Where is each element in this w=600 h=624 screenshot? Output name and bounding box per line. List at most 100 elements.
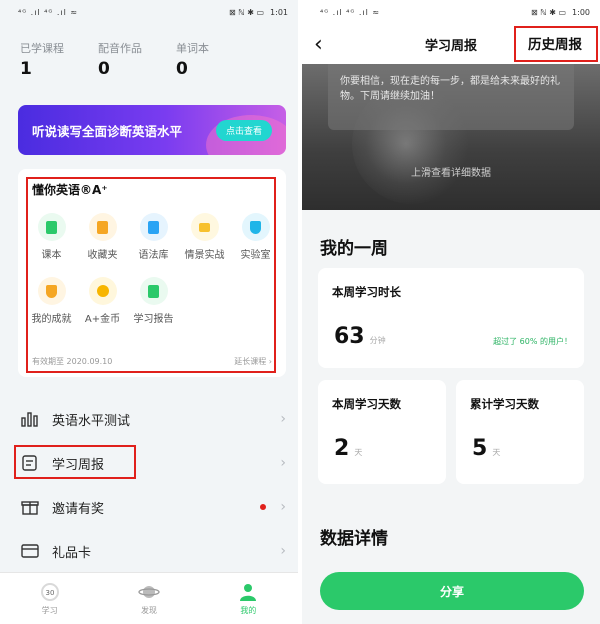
gift-icon [20,497,40,517]
trophy-icon [37,277,66,305]
feature-grammar[interactable]: 语法库 [128,213,179,261]
stat-label: 已学课程 [20,42,64,55]
chevron-right-icon: › [280,499,286,515]
menu-label: 英语水平测试 [52,413,131,429]
unit: 天 [492,448,501,457]
view-button[interactable]: 点击查看 [215,119,272,141]
feature-coins[interactable]: A+金币 [77,277,128,325]
section-title: 数据详情 [320,529,388,549]
study-time-value: 63 分钟 [334,324,386,349]
tab-label: 学习 [41,605,58,615]
menu-list: 英语水平测试 › 学习周报 › 邀请有奖 › 礼品卡 › [0,397,298,573]
tab-learn[interactable]: 30 学习 [0,573,99,624]
card-title: 本周学习天数 [332,397,401,411]
planet-icon [138,585,160,598]
renew-link[interactable]: 延长课程 › [234,356,272,367]
signal-indicator: ⁴ᴳ .ıl ⁴ᴳ .ıl ≈ [320,7,381,17]
folder-icon [88,213,117,241]
chevron-right-icon: › [280,543,286,559]
course-card: 懂你英语®A⁺ 课本 收藏夹 语法库 情景实战 实验室 我的成就 A+金币 学习… [18,169,286,377]
flask-icon [241,213,270,241]
card-title: 懂你英语®A⁺ [32,183,108,197]
user-icon [240,583,257,601]
stat-value: 0 [98,59,110,79]
stat-value: 0 [176,59,188,79]
feature-label: 学习报告 [133,314,174,325]
report-icon [139,277,168,305]
stat-vocab[interactable]: 单词本 0 [176,40,254,79]
history-report-button[interactable]: 历史周报 [520,27,590,59]
grammar-icon [139,213,168,241]
menu-invite[interactable]: 邀请有奖 › [0,485,298,529]
share-button[interactable]: 分享 [320,572,584,610]
feature-label: 情景实战 [184,250,225,261]
feature-scenario[interactable]: 情景实战 [179,213,230,261]
study-days-value: 2天 [334,436,362,461]
stat-value: 1 [20,59,32,79]
card-title: 本周学习时长 [332,285,401,299]
coin-icon [88,277,117,305]
stat-dubbing[interactable]: 配音作品 0 [98,40,176,79]
feature-textbook[interactable]: 课本 [26,213,77,261]
banner-text: 听说读写全面诊断英语水平 [32,123,183,139]
tab-discover[interactable]: 发现 [99,573,198,624]
quote-text: 你要相信，现在走的每一步，都是给未来最好的礼物。下周请继续加油！ [340,76,560,102]
clock: 1:01 [270,7,288,17]
menu-gift-card[interactable]: 礼品卡 › [0,529,298,573]
feature-favorites[interactable]: 收藏夹 [77,213,128,261]
svg-text:30: 30 [45,589,54,597]
right-screen: ⁴ᴳ .ıl ⁴ᴳ .ıl ≈ ⊠ ℕ ✱ ▭ 1:00 ‹ 学习周报 历史周报… [302,0,600,624]
stat-label: 单词本 [176,42,209,55]
tab-label: 发现 [140,605,157,615]
status-bar: ⁴ᴳ .ıl ⁴ᴳ .ıl ≈ ⊠ ℕ ✱ ▭ 1:01 [0,0,298,24]
tab-mine[interactable]: 我的 [199,573,298,624]
menu-level-test[interactable]: 英语水平测试 › [0,397,298,441]
unit: 分钟 [369,336,386,345]
feature-report[interactable]: 学习报告 [128,277,179,325]
chat-icon [190,213,219,241]
feature-label: 课本 [41,250,62,261]
menu-label: 学习周报 [52,457,105,473]
feature-grid: 课本 收藏夹 语法库 情景实战 实验室 我的成就 A+金币 学习报告 [26,213,282,325]
valid-until: 有效期至 2020.09.10 [32,357,113,366]
feature-label: 语法库 [138,250,169,261]
diagnosis-banner[interactable]: 听说读写全面诊断英语水平 点击查看 [18,105,286,155]
report-sheet: 我的一周 本周学习时长 63 分钟 超过了 60% 的用户！ 本周学习天数 2天 … [302,210,600,624]
nav-bar: ‹ 学习周报 历史周报 [302,24,600,64]
total-days-value: 5天 [472,436,500,461]
clock: 1:00 [572,7,590,17]
left-screen: ⁴ᴳ .ıl ⁴ᴳ .ıl ≈ ⊠ ℕ ✱ ▭ 1:01 已学课程 1 配音作品… [0,0,298,624]
study-days-card: 本周学习天数 2天 [318,380,446,484]
header-photo: 你要相信，现在走的每一步，都是给未来最好的礼物。下周请继续加油！ 上滑查看详细数… [302,64,600,210]
quote-box: 你要相信，现在走的每一步，都是给未来最好的礼物。下周请继续加油！ [328,64,574,130]
value: 5 [472,436,488,461]
beat-percentage: 超过了 60% 的用户！ [493,337,572,346]
card-title: 累计学习天数 [470,397,539,411]
chevron-right-icon: › [280,455,286,471]
value: 63 [334,324,365,349]
report-icon [20,453,40,473]
section-title: 我的一周 [320,239,388,259]
signal-indicator: ⁴ᴳ .ıl ⁴ᴳ .ıl ≈ [18,7,79,17]
feature-label: 我的成就 [31,314,72,325]
tab-bar: 30 学习 发现 我的 [0,572,298,624]
menu-weekly-report[interactable]: 学习周报 › [0,441,298,485]
feature-label: 实验室 [240,250,271,261]
status-icons: ⊠ ℕ ✱ ▭ [531,7,567,17]
stat-courses[interactable]: 已学课程 1 [20,40,98,79]
feature-label: 收藏夹 [87,250,118,261]
total-days-card: 累计学习天数 5天 [456,380,584,484]
feature-lab[interactable]: 实验室 [230,213,281,261]
feature-achievement[interactable]: 我的成就 [26,277,77,325]
unit: 天 [354,448,363,457]
study-time-card: 本周学习时长 63 分钟 超过了 60% 的用户！ [318,268,584,368]
bar-chart-icon [20,409,40,429]
tab-label: 我的 [240,605,257,615]
menu-label: 邀请有奖 [52,501,105,517]
feature-label: A+金币 [84,314,121,325]
menu-label: 礼品卡 [52,545,92,561]
card-icon [20,541,40,561]
progress-ring-icon: 30 [40,582,59,601]
stats-row: 已学课程 1 配音作品 0 单词本 0 [0,24,298,79]
book-icon [37,213,66,241]
